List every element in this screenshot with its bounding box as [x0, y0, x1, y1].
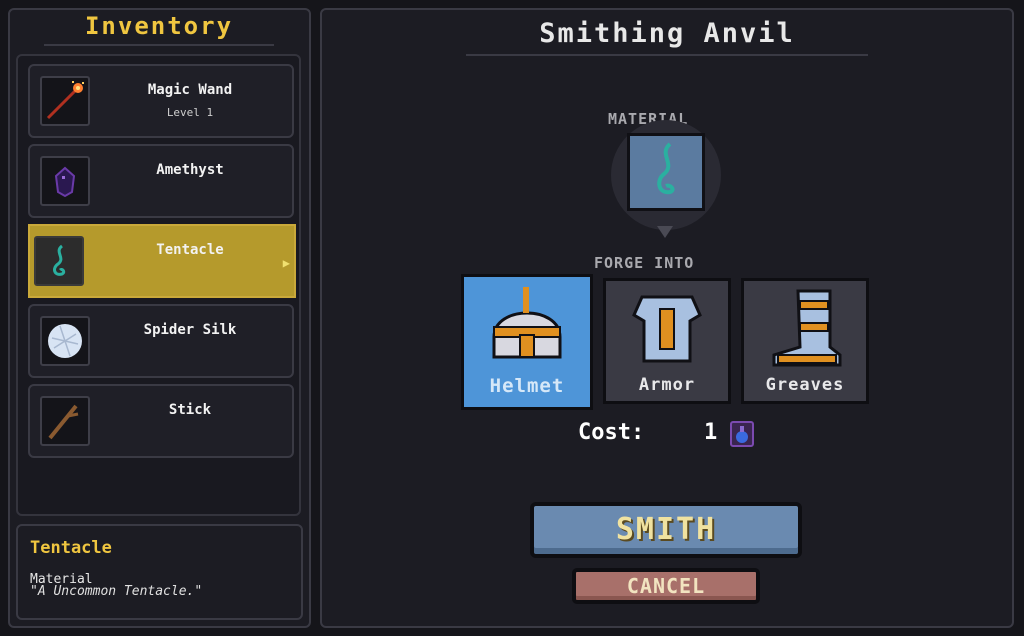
tentacle-icon [34, 236, 84, 286]
inventory-list: Magic Wand Level 1 Amethyst Tentacle ▶ S… [16, 54, 301, 516]
inventory-item-amethyst[interactable]: Amethyst [28, 144, 294, 218]
description-text: "A Uncommon Tentacle." [30, 584, 203, 599]
greaves-icon [772, 289, 842, 367]
magic-wand-icon [40, 76, 90, 126]
inventory-item-label: Spider Silk [143, 322, 237, 338]
item-description-box: Tentacle Material "A Uncommon Tentacle." [16, 524, 303, 620]
amethyst-icon [40, 156, 90, 206]
armor-icon [632, 295, 702, 363]
inventory-item-level: Level 1 [166, 106, 214, 119]
cancel-button[interactable]: CANCEL [572, 568, 760, 604]
inventory-item-label: Amethyst [156, 162, 224, 178]
inventory-item-spider-silk[interactable]: Spider Silk [28, 304, 294, 378]
stick-icon [40, 396, 90, 446]
forge-into-label: FORGE INTO [594, 254, 695, 272]
anvil-title: Smithing Anvil [539, 18, 795, 49]
inventory-item-magic-wand[interactable]: Magic Wand Level 1 [28, 64, 294, 138]
tentacle-icon [657, 142, 675, 195]
potion-icon [730, 421, 754, 447]
smith-button[interactable]: SMITH [530, 502, 802, 558]
smith-button-label: SMITH [615, 512, 717, 547]
forge-option-armor[interactable]: Armor [603, 278, 731, 404]
inventory-title: Inventory [84, 12, 234, 40]
forge-option-label: Greaves [765, 375, 845, 395]
forge-option-label: Helmet [489, 375, 565, 397]
material-slot[interactable] [627, 133, 705, 211]
inventory-item-label: Magic Wand [147, 82, 233, 98]
forge-option-label: Armor [638, 375, 696, 395]
forge-option-greaves[interactable]: Greaves [741, 278, 869, 404]
selected-arrow-icon: ▶ [282, 256, 290, 270]
inventory-item-label: Stick [168, 402, 212, 418]
divider [466, 54, 868, 56]
cost-value: 1 [704, 420, 718, 445]
inventory-item-tentacle[interactable]: Tentacle ▶ [28, 224, 296, 298]
cancel-button-label: CANCEL [626, 574, 706, 598]
description-title: Tentacle [30, 538, 112, 558]
forge-option-helmet[interactable]: Helmet [461, 274, 593, 410]
inventory-item-label: Tentacle [156, 242, 224, 258]
arrow-down-icon [657, 226, 673, 238]
divider [44, 44, 274, 46]
cost-label: Cost: [578, 420, 645, 445]
inventory-item-stick[interactable]: Stick [28, 384, 294, 458]
spider-silk-icon [40, 316, 90, 366]
helmet-icon [492, 287, 562, 359]
